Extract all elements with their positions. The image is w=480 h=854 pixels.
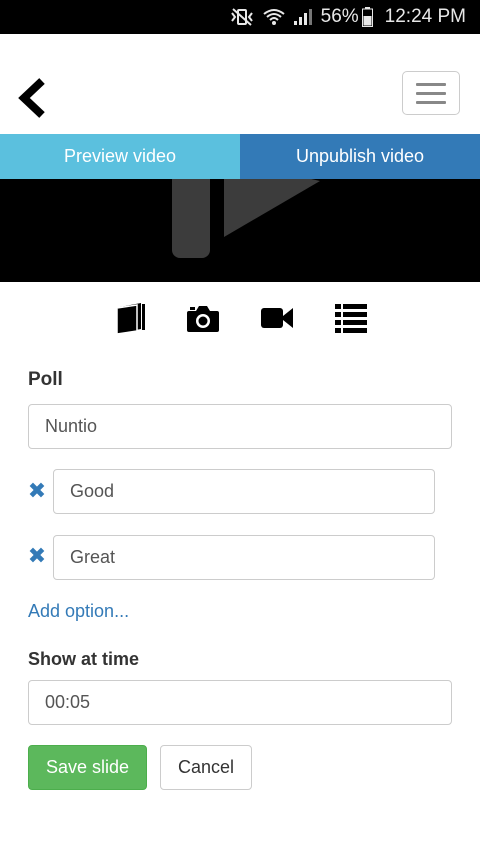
- clock: 12:24 PM: [384, 6, 466, 27]
- poll-question-input[interactable]: Nuntio: [28, 404, 452, 449]
- camera-icon[interactable]: [186, 300, 220, 336]
- save-slide-button[interactable]: Save slide: [28, 745, 147, 790]
- play-icon: [172, 179, 320, 258]
- remove-option-1-icon[interactable]: ✖: [26, 478, 48, 503]
- chevron-left-icon: [18, 78, 45, 118]
- remove-option-2-icon[interactable]: ✖: [26, 543, 48, 568]
- menu-button[interactable]: [402, 71, 460, 115]
- cancel-button[interactable]: Cancel: [160, 745, 252, 790]
- poll-heading: Poll: [28, 369, 63, 390]
- book-icon[interactable]: [114, 300, 148, 336]
- mute-vibrate-icon: [229, 8, 255, 26]
- status-bar: 56% 12:24 PM: [0, 0, 480, 34]
- list-icon[interactable]: [334, 300, 368, 336]
- battery-icon: [361, 7, 373, 27]
- unpublish-video-button[interactable]: Unpublish video: [240, 134, 480, 179]
- video-player[interactable]: [0, 179, 480, 282]
- wifi-icon: [263, 8, 285, 26]
- back-button[interactable]: [14, 78, 50, 118]
- signal-icon: [293, 8, 313, 26]
- slide-type-selector: [0, 300, 480, 340]
- show-at-time-input[interactable]: 00:05: [28, 680, 452, 725]
- show-at-time-label: Show at time: [28, 649, 140, 669]
- top-navbar: [0, 34, 480, 134]
- poll-option-2-input[interactable]: Great: [53, 535, 435, 580]
- add-option-link[interactable]: Add option...: [28, 601, 129, 622]
- preview-video-button[interactable]: Preview video: [0, 134, 240, 179]
- hamburger-menu-icon: [416, 82, 446, 86]
- video-camera-icon[interactable]: [260, 300, 294, 336]
- video-actions: Preview video Unpublish video: [0, 134, 480, 179]
- poll-option-1-input[interactable]: Good: [53, 469, 435, 514]
- battery-percent: 56%: [320, 6, 359, 27]
